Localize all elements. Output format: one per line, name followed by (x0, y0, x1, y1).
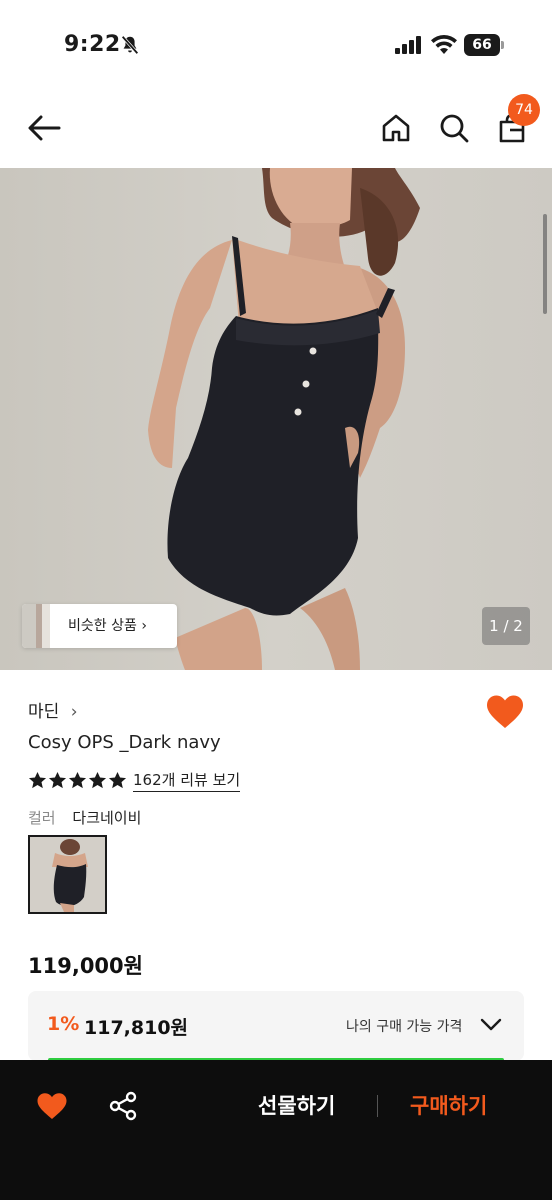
battery-tip (501, 41, 504, 49)
discount-rate: 1% (47, 1013, 80, 1035)
arrow-left-icon (28, 115, 61, 141)
wifi-icon (431, 34, 457, 54)
status-bar: 9:22 66 (0, 0, 552, 90)
original-price: 119,000원 (28, 954, 143, 978)
image-scrollbar[interactable] (543, 214, 547, 314)
signal-icon (395, 36, 421, 54)
chevron-right-icon: › (70, 702, 78, 722)
similar-product-thumbnail (22, 604, 50, 648)
star-rating (28, 771, 127, 790)
back-button[interactable] (24, 108, 64, 148)
review-link[interactable]: 162개 리뷰 보기 (133, 769, 241, 792)
home-icon (382, 114, 410, 142)
swatch-thumbnail (30, 837, 105, 912)
color-swatch-dark-navy[interactable] (28, 835, 107, 914)
my-price-panel[interactable]: 1% 117,810원 나의 구매 가능 가격 (28, 991, 524, 1061)
brand-link[interactable]: 마딘 › (28, 697, 78, 722)
rating-row: 162개 리뷰 보기 (28, 768, 241, 792)
star-icon (48, 771, 67, 788)
wishlist-heart-icon[interactable] (485, 694, 525, 730)
battery-level: 66 (464, 34, 500, 56)
star-icon (88, 771, 107, 788)
color-label: 컬러 (28, 809, 56, 827)
star-icon (68, 771, 87, 788)
share-icon[interactable] (108, 1091, 138, 1121)
wishlist-heart-icon[interactable] (36, 1092, 68, 1120)
product-name: Cosy OPS _Dark navy (28, 732, 221, 753)
gift-button[interactable]: 선물하기 (258, 1090, 335, 1120)
product-photo (0, 168, 552, 670)
cart-count-badge: 74 (508, 94, 540, 126)
similar-products-button[interactable]: 비슷한 상품 › (22, 604, 177, 648)
image-counter: 1 / 2 (482, 607, 530, 645)
bottom-bar-divider (377, 1095, 378, 1117)
bottom-action-bar: 선물하기 구매하기 (0, 1060, 552, 1200)
bell-off-icon (121, 35, 139, 55)
search-icon (440, 114, 469, 143)
product-image[interactable] (0, 168, 552, 670)
star-icon (28, 771, 47, 788)
star-icon (108, 771, 127, 788)
chevron-down-icon (480, 1018, 502, 1031)
status-time: 9:22 (64, 32, 121, 57)
home-button[interactable] (376, 108, 416, 148)
search-button[interactable] (434, 108, 474, 148)
top-nav: 74 (0, 90, 552, 168)
color-row: 컬러 다크네이비 (28, 807, 141, 828)
color-value: 다크네이비 (72, 809, 142, 827)
my-price-label: 나의 구매 가능 가격 (346, 1019, 463, 1035)
buy-button[interactable]: 구매하기 (410, 1090, 487, 1120)
similar-products-label: 비슷한 상품 › (68, 618, 147, 634)
chevron-right-icon: › (141, 618, 147, 634)
brand-name: 마딘 (28, 702, 60, 722)
my-price: 117,810원 (84, 1017, 189, 1039)
battery-indicator: 66 (464, 34, 504, 56)
